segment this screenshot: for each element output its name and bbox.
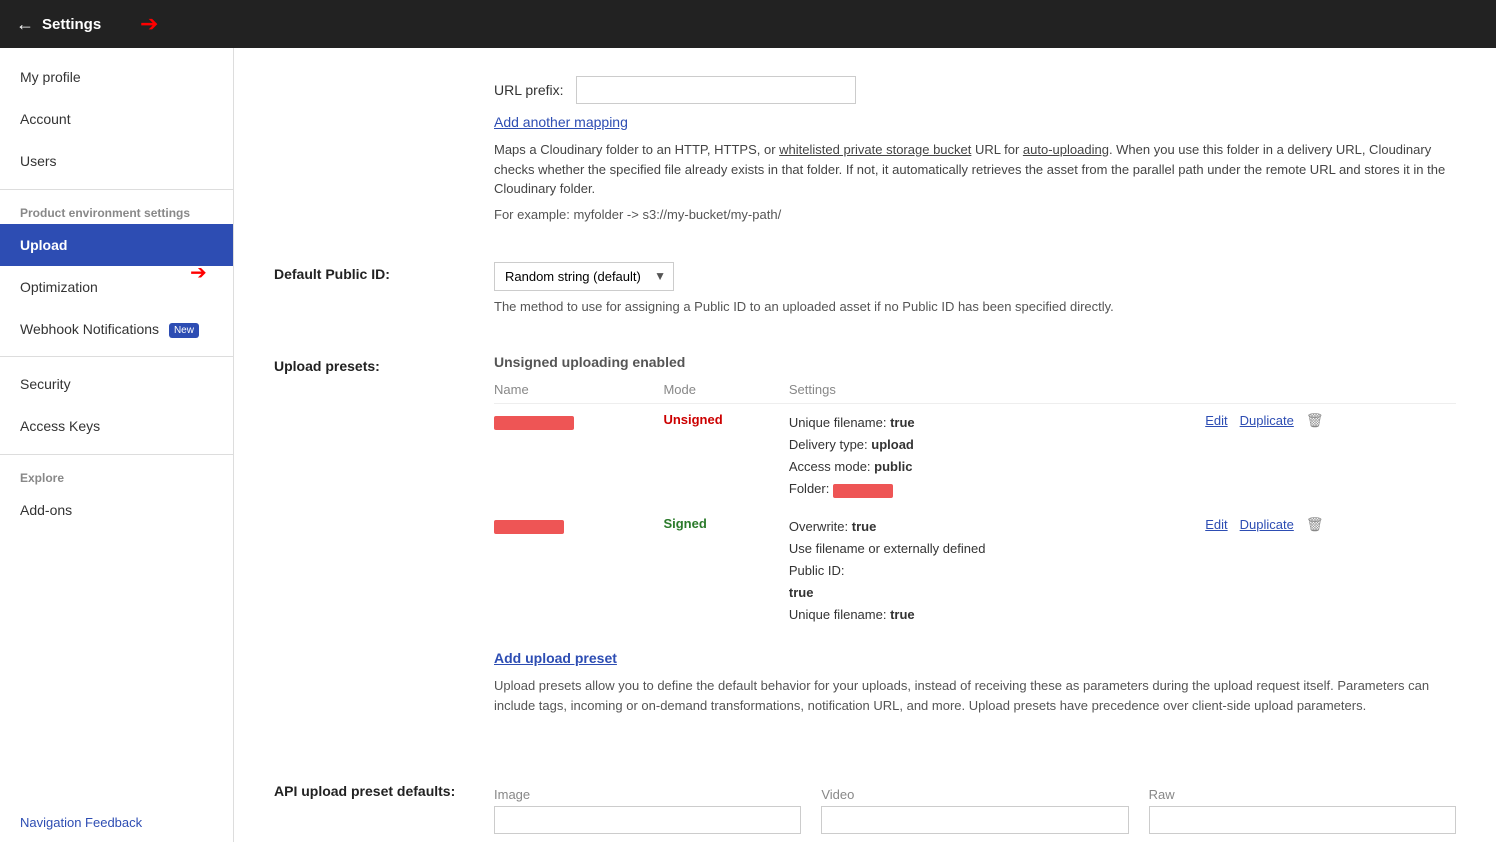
api-col-image: Image	[494, 787, 801, 834]
sidebar-item-optimization[interactable]: Optimization	[0, 266, 233, 308]
preset-2-duplicate[interactable]: Duplicate	[1240, 517, 1294, 532]
url-prefix-section-label	[274, 76, 494, 222]
preset-1-duplicate[interactable]: Duplicate	[1240, 413, 1294, 428]
back-arrow-icon: ←	[16, 14, 34, 35]
sidebar-section-explore: Explore	[0, 461, 233, 489]
preset-2-actions: Edit Duplicate 🗑	[1205, 508, 1456, 634]
preset-1-name	[494, 403, 663, 508]
sidebar-item-security[interactable]: Security	[0, 363, 233, 405]
sidebar-item-access-keys[interactable]: Access Keys	[0, 405, 233, 447]
api-col-video: Video	[821, 787, 1128, 834]
col-name: Name	[494, 382, 663, 404]
annotation-arrow: ➔	[140, 11, 158, 37]
upload-presets-label: Upload presets:	[274, 354, 494, 740]
table-row: Unsigned Unique filename: true Delivery …	[494, 403, 1456, 508]
mode-unsigned: Unsigned	[663, 412, 722, 427]
sidebar-item-users[interactable]: Users	[0, 140, 233, 182]
public-id-select-wrapper: Random string (default) File name Custom…	[494, 262, 674, 291]
settings-title: Settings	[42, 16, 101, 33]
back-button[interactable]: ← Settings	[16, 14, 101, 35]
sidebar-divider-1	[0, 189, 233, 190]
api-image-label: Image	[494, 787, 801, 802]
api-video-label: Video	[821, 787, 1128, 802]
mapping-info: Maps a Cloudinary folder to an HTTP, HTT…	[494, 140, 1456, 199]
content-area: URL prefix: Add another mapping Maps a C…	[234, 48, 1496, 842]
presets-description: Upload presets allow you to define the d…	[494, 676, 1456, 715]
api-raw-label: Raw	[1149, 787, 1456, 802]
folder-redacted	[833, 484, 893, 498]
layout: ➔ My profile Account Users Product envir…	[0, 48, 1496, 842]
url-prefix-content: URL prefix: Add another mapping Maps a C…	[494, 76, 1456, 222]
api-upload-defaults-section: API upload preset defaults: Image Video …	[274, 767, 1456, 834]
mode-signed: Signed	[663, 516, 706, 531]
badge-new: New	[169, 323, 199, 338]
add-mapping-link[interactable]: Add another mapping	[494, 114, 628, 130]
navigation-feedback-link[interactable]: Navigation Feedback	[20, 815, 142, 830]
topbar: ← Settings ➔	[0, 0, 1496, 48]
url-prefix-row: URL prefix:	[494, 76, 1456, 104]
api-video-input[interactable]	[821, 806, 1128, 834]
col-settings: Settings	[789, 382, 1205, 404]
preset-1-delete-icon[interactable]: 🗑	[1306, 412, 1324, 429]
preset-2-delete-icon[interactable]: 🗑	[1306, 516, 1324, 533]
table-row: Signed Overwrite: true Use filename or e…	[494, 508, 1456, 634]
sidebar-item-account[interactable]: Account	[0, 98, 233, 140]
preset-1-actions: Edit Duplicate 🗑	[1205, 403, 1456, 508]
default-public-id-label: Default Public ID:	[274, 262, 494, 314]
col-mode: Mode	[663, 382, 788, 404]
add-upload-preset-link[interactable]: Add upload preset	[494, 650, 1456, 666]
mapping-example: For example: myfolder -> s3://my-bucket/…	[494, 207, 1456, 222]
sidebar-item-webhook[interactable]: Webhook Notifications New	[0, 308, 233, 350]
api-upload-defaults-label: API upload preset defaults:	[274, 779, 494, 834]
api-upload-defaults-content: Image Video Raw	[494, 779, 1456, 834]
upload-presets-content: Unsigned uploading enabled Name Mode Set…	[494, 354, 1456, 740]
url-prefix-input[interactable]	[576, 76, 856, 104]
presets-table: Name Mode Settings	[494, 382, 1456, 635]
preset-1-mode: Unsigned	[663, 403, 788, 508]
preset-2-mode: Signed	[663, 508, 788, 634]
url-prefix-label: URL prefix:	[494, 82, 564, 98]
sidebar-item-upload[interactable]: Upload	[0, 224, 233, 266]
preset-name-redacted	[494, 416, 574, 430]
preset-2-settings: Overwrite: true Use filename or external…	[789, 508, 1205, 634]
default-public-id-content: Random string (default) File name Custom…	[494, 262, 1456, 314]
preset-1-edit[interactable]: Edit	[1205, 413, 1227, 428]
sidebar-divider-2	[0, 356, 233, 357]
public-id-select[interactable]: Random string (default) File name Custom	[494, 262, 674, 291]
preset-2-name	[494, 508, 663, 634]
sidebar: ➔ My profile Account Users Product envir…	[0, 48, 234, 842]
api-image-input[interactable]	[494, 806, 801, 834]
preset-name-redacted-2	[494, 520, 564, 534]
public-id-description: The method to use for assigning a Public…	[494, 299, 1456, 314]
sidebar-section-product-env: Product environment settings	[0, 196, 233, 224]
api-raw-input[interactable]	[1149, 806, 1456, 834]
sidebar-divider-3	[0, 454, 233, 455]
main-content: URL prefix: Add another mapping Maps a C…	[234, 48, 1496, 842]
upload-presets-section: Upload presets: Unsigned uploading enabl…	[274, 342, 1456, 740]
preset-1-settings: Unique filename: true Delivery type: upl…	[789, 403, 1205, 508]
api-col-raw: Raw	[1149, 787, 1456, 834]
url-prefix-section: URL prefix: Add another mapping Maps a C…	[274, 64, 1456, 222]
api-defaults-columns: Image Video Raw	[494, 787, 1456, 834]
presets-header: Unsigned uploading enabled	[494, 354, 1456, 370]
preset-2-edit[interactable]: Edit	[1205, 517, 1227, 532]
sidebar-item-my-profile[interactable]: My profile	[0, 56, 233, 98]
sidebar-item-add-ons[interactable]: Add-ons	[0, 489, 233, 531]
col-actions	[1205, 382, 1456, 404]
default-public-id-section: Default Public ID: Random string (defaul…	[274, 250, 1456, 314]
sidebar-footer: Navigation Feedback	[0, 802, 233, 842]
